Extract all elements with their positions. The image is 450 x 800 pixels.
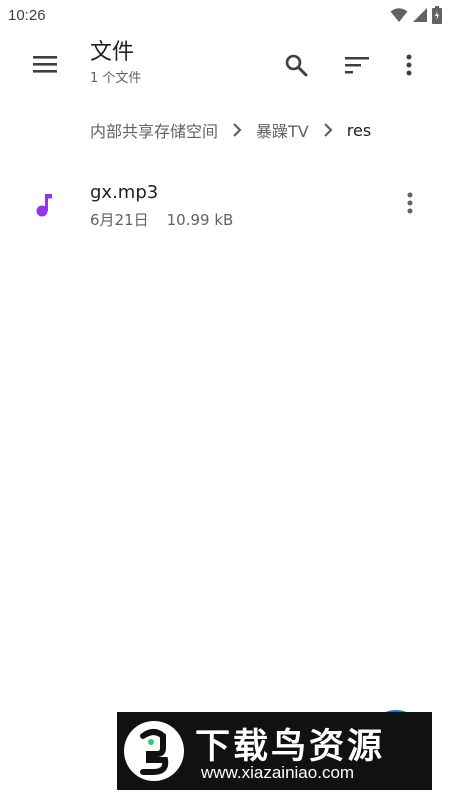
more-vert-icon [407, 192, 413, 218]
file-size: 10.99 kB [166, 211, 234, 229]
search-icon [284, 53, 308, 81]
title-block: 文件 1 个文件 [90, 38, 141, 88]
music-note-icon [32, 191, 56, 219]
chevron-right-icon [323, 123, 333, 137]
status-time: 10:26 [8, 6, 46, 24]
file-name: gx.mp3 [90, 182, 159, 203]
app-bar: 文件 1 个文件 [0, 30, 450, 100]
sort-button[interactable] [337, 47, 377, 87]
chevron-right-icon [232, 123, 242, 137]
file-list-item[interactable]: gx.mp3 6月21日 10.99 kB [0, 172, 450, 238]
signal-icon [412, 7, 428, 23]
file-meta: 6月21日 10.99 kB [90, 209, 233, 230]
wifi-icon [390, 7, 408, 23]
watermark-url: www.xiazainiao.com [201, 763, 355, 782]
menu-button[interactable] [22, 48, 68, 84]
bird-logo-icon [123, 720, 185, 782]
more-vert-icon [406, 54, 412, 80]
watermark-banner: 下载鸟资源 www.xiazainiao.com [117, 712, 432, 790]
file-date: 6月21日 [90, 211, 149, 229]
status-icons [390, 6, 442, 24]
breadcrumb: 内部共享存储空间 暴躁TV res [0, 108, 450, 152]
breadcrumb-item-current[interactable]: res [347, 121, 371, 140]
menu-icon [33, 55, 57, 77]
status-bar: 10:26 [0, 0, 450, 30]
watermark-title: 下载鸟资源 [195, 727, 386, 767]
more-options-button[interactable] [389, 47, 429, 87]
breadcrumb-item-storage[interactable]: 内部共享存储空间 [90, 118, 218, 142]
search-button[interactable] [276, 47, 316, 87]
page-title: 文件 [90, 40, 135, 65]
battery-icon [432, 6, 442, 24]
page-subtitle: 1 个文件 [90, 71, 142, 86]
breadcrumb-item-folder[interactable]: 暴躁TV [256, 118, 309, 142]
file-more-button[interactable] [394, 188, 426, 222]
sort-icon [345, 56, 369, 78]
